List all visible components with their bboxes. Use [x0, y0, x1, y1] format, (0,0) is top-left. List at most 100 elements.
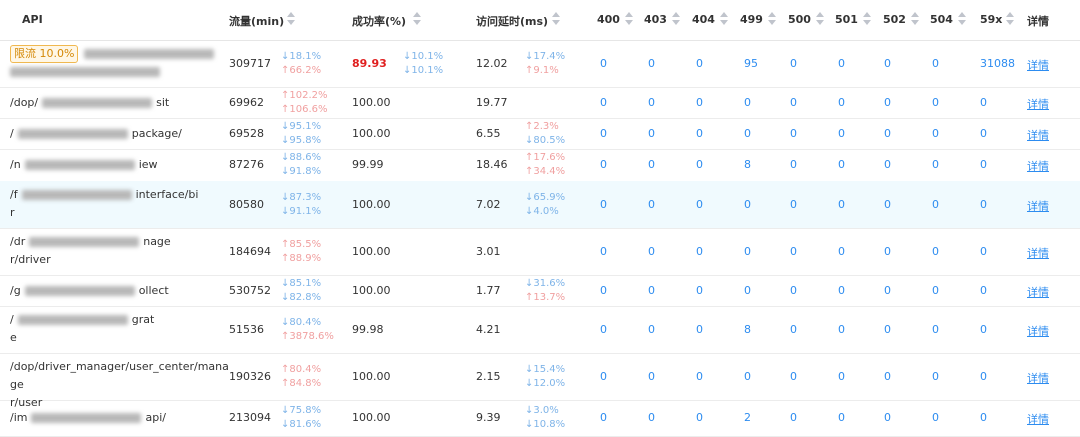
status-count-404[interactable]: 0: [696, 198, 703, 211]
status-count-400[interactable]: 0: [600, 127, 607, 140]
detail-link[interactable]: 详情: [1027, 323, 1049, 339]
status-count-59x[interactable]: 0: [980, 198, 987, 211]
status-count-504[interactable]: 0: [932, 323, 939, 336]
status-count-502[interactable]: 0: [884, 370, 891, 383]
status-count-500[interactable]: 0: [790, 284, 797, 297]
status-count-500[interactable]: 0: [790, 198, 797, 211]
sort-502-icon[interactable]: [911, 12, 919, 26]
detail-link[interactable]: 详情: [1027, 96, 1049, 112]
status-count-499[interactable]: 0: [744, 96, 751, 109]
status-count-400[interactable]: 0: [600, 411, 607, 424]
sort-success-icon[interactable]: [413, 12, 421, 26]
status-count-501[interactable]: 0: [838, 57, 845, 70]
status-count-502[interactable]: 0: [884, 411, 891, 424]
status-count-502[interactable]: 0: [884, 323, 891, 336]
status-count-502[interactable]: 0: [884, 57, 891, 70]
status-count-504[interactable]: 0: [932, 57, 939, 70]
status-count-502[interactable]: 0: [884, 284, 891, 297]
status-count-499[interactable]: 0: [744, 245, 751, 258]
detail-link[interactable]: 详情: [1027, 411, 1049, 427]
status-count-501[interactable]: 0: [838, 127, 845, 140]
status-count-403[interactable]: 0: [648, 284, 655, 297]
status-count-403[interactable]: 0: [648, 411, 655, 424]
status-count-59x[interactable]: 0: [980, 411, 987, 424]
status-count-59x[interactable]: 0: [980, 127, 987, 140]
status-count-59x[interactable]: 0: [980, 158, 987, 171]
detail-link[interactable]: 详情: [1027, 370, 1049, 386]
status-count-502[interactable]: 0: [884, 127, 891, 140]
status-count-502[interactable]: 0: [884, 198, 891, 211]
status-count-501[interactable]: 0: [838, 96, 845, 109]
status-count-504[interactable]: 0: [932, 411, 939, 424]
status-count-403[interactable]: 0: [648, 198, 655, 211]
status-count-501[interactable]: 0: [838, 411, 845, 424]
status-count-59x[interactable]: 0: [980, 284, 987, 297]
sort-499-icon[interactable]: [768, 12, 776, 26]
status-count-59x[interactable]: 31088: [980, 57, 1015, 70]
status-count-400[interactable]: 0: [600, 284, 607, 297]
status-count-403[interactable]: 0: [648, 57, 655, 70]
status-count-404[interactable]: 0: [696, 127, 703, 140]
status-count-500[interactable]: 0: [790, 127, 797, 140]
status-count-501[interactable]: 0: [838, 370, 845, 383]
status-count-499[interactable]: 2: [744, 411, 751, 424]
sort-501-icon[interactable]: [863, 12, 871, 26]
status-count-501[interactable]: 0: [838, 323, 845, 336]
status-count-501[interactable]: 0: [838, 198, 845, 211]
status-count-504[interactable]: 0: [932, 370, 939, 383]
status-count-499[interactable]: 95: [744, 57, 758, 70]
status-count-404[interactable]: 0: [696, 370, 703, 383]
status-count-403[interactable]: 0: [648, 127, 655, 140]
status-count-499[interactable]: 0: [744, 198, 751, 211]
status-count-59x[interactable]: 0: [980, 370, 987, 383]
sort-flow-icon[interactable]: [287, 12, 295, 26]
status-count-500[interactable]: 0: [790, 57, 797, 70]
status-count-400[interactable]: 0: [600, 245, 607, 258]
sort-403-icon[interactable]: [672, 12, 680, 26]
status-count-499[interactable]: 0: [744, 370, 751, 383]
detail-link[interactable]: 详情: [1027, 57, 1049, 73]
status-count-499[interactable]: 8: [744, 158, 751, 171]
detail-link[interactable]: 详情: [1027, 284, 1049, 300]
status-count-400[interactable]: 0: [600, 323, 607, 336]
status-count-404[interactable]: 0: [696, 284, 703, 297]
status-count-501[interactable]: 0: [838, 158, 845, 171]
status-count-500[interactable]: 0: [790, 370, 797, 383]
status-count-403[interactable]: 0: [648, 96, 655, 109]
detail-link[interactable]: 详情: [1027, 198, 1049, 214]
sort-latency-icon[interactable]: [552, 12, 560, 26]
status-count-59x[interactable]: 0: [980, 96, 987, 109]
status-count-500[interactable]: 0: [790, 158, 797, 171]
status-count-502[interactable]: 0: [884, 96, 891, 109]
status-count-500[interactable]: 0: [790, 323, 797, 336]
sort-400-icon[interactable]: [625, 12, 633, 26]
status-count-404[interactable]: 0: [696, 323, 703, 336]
status-count-400[interactable]: 0: [600, 158, 607, 171]
sort-500-icon[interactable]: [816, 12, 824, 26]
status-count-502[interactable]: 0: [884, 245, 891, 258]
status-count-502[interactable]: 0: [884, 158, 891, 171]
status-count-403[interactable]: 0: [648, 158, 655, 171]
status-count-59x[interactable]: 0: [980, 245, 987, 258]
status-count-499[interactable]: 8: [744, 323, 751, 336]
status-count-404[interactable]: 0: [696, 245, 703, 258]
status-count-59x[interactable]: 0: [980, 323, 987, 336]
sort-504-icon[interactable]: [958, 12, 966, 26]
status-count-500[interactable]: 0: [790, 96, 797, 109]
status-count-504[interactable]: 0: [932, 198, 939, 211]
status-count-400[interactable]: 0: [600, 370, 607, 383]
status-count-499[interactable]: 0: [744, 127, 751, 140]
status-count-403[interactable]: 0: [648, 245, 655, 258]
status-count-504[interactable]: 0: [932, 158, 939, 171]
sort-59x-icon[interactable]: [1006, 12, 1014, 26]
status-count-400[interactable]: 0: [600, 96, 607, 109]
status-count-501[interactable]: 0: [838, 284, 845, 297]
status-count-500[interactable]: 0: [790, 411, 797, 424]
status-count-403[interactable]: 0: [648, 323, 655, 336]
sort-404-icon[interactable]: [720, 12, 728, 26]
status-count-400[interactable]: 0: [600, 57, 607, 70]
status-count-499[interactable]: 0: [744, 284, 751, 297]
detail-link[interactable]: 详情: [1027, 127, 1049, 143]
status-count-404[interactable]: 0: [696, 411, 703, 424]
status-count-500[interactable]: 0: [790, 245, 797, 258]
